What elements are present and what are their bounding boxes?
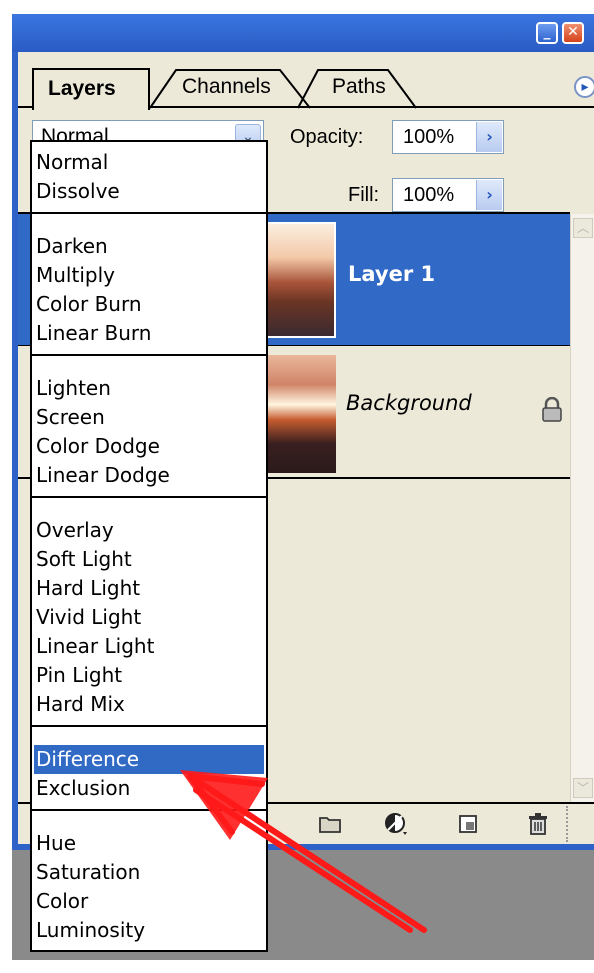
blend-option-color-dodge[interactable]: Color Dodge — [34, 432, 264, 461]
blend-option-difference[interactable]: Difference — [34, 745, 264, 774]
blend-option-lighten[interactable]: Lighten — [34, 374, 264, 403]
blend-option-dissolve[interactable]: Dissolve — [34, 177, 264, 206]
blend-option-pin-light[interactable]: Pin Light — [34, 661, 264, 690]
window-titlebar[interactable]: _ ✕ — [12, 14, 594, 52]
opacity-slider-arrow-icon[interactable]: › — [476, 122, 502, 152]
blend-mode-dropdown-list[interactable]: Normal Dissolve Darken Multiply Color Burn Li… — [30, 140, 268, 952]
blend-option-screen[interactable]: Screen — [34, 403, 264, 432]
tab-paths[interactable]: Paths — [298, 68, 406, 108]
blend-option-overlay[interactable]: Overlay — [34, 516, 264, 545]
dropdown-separator — [32, 212, 266, 214]
layer-thumbnail[interactable] — [266, 355, 336, 473]
tab-layers[interactable]: Layers — [32, 68, 150, 110]
blend-option-normal[interactable]: Normal — [34, 148, 264, 177]
dropdown-separator — [32, 725, 266, 727]
scroll-down-icon[interactable]: ﹀ — [573, 778, 593, 798]
dropdown-separator — [32, 809, 266, 811]
blend-option-linear-dodge[interactable]: Linear Dodge — [34, 461, 264, 490]
scroll-up-icon[interactable]: ︿ — [573, 218, 593, 238]
fill-label: Fill: — [348, 184, 380, 206]
new-layer-icon[interactable] — [456, 812, 480, 836]
blend-option-color[interactable]: Color — [34, 887, 264, 916]
blend-option-exclusion[interactable]: Exclusion — [34, 774, 264, 803]
blend-option-vivid-light[interactable]: Vivid Light — [34, 603, 264, 632]
blend-option-multiply[interactable]: Multiply — [34, 261, 264, 290]
dropdown-separator — [32, 354, 266, 356]
blend-option-soft-light[interactable]: Soft Light — [34, 545, 264, 574]
layer-name[interactable]: Background — [346, 391, 472, 415]
trash-icon[interactable] — [526, 812, 550, 836]
fill-field[interactable]: 100% › — [392, 178, 504, 212]
blend-option-darken[interactable]: Darken — [34, 232, 264, 261]
opacity-field[interactable]: 100% › — [392, 120, 504, 154]
blend-option-linear-light[interactable]: Linear Light — [34, 632, 264, 661]
layer-name[interactable]: Layer 1 — [348, 262, 435, 286]
fill-value: 100% — [403, 184, 455, 206]
blend-option-hue[interactable]: Hue — [34, 829, 264, 858]
blend-option-linear-burn[interactable]: Linear Burn — [34, 319, 264, 348]
panel-tabs: Layers Channels Paths ▸ — [18, 52, 594, 110]
new-group-folder-icon[interactable] — [318, 812, 342, 836]
lock-icon — [542, 397, 562, 422]
adjustment-layer-icon[interactable] — [384, 812, 408, 836]
fill-slider-arrow-icon[interactable]: › — [476, 180, 502, 210]
resize-grip-icon[interactable] — [566, 806, 592, 842]
blend-option-hard-mix[interactable]: Hard Mix — [34, 690, 264, 719]
tab-channels[interactable]: Channels — [152, 68, 290, 108]
minimize-icon[interactable]: _ — [536, 22, 558, 44]
close-icon[interactable]: ✕ — [562, 22, 584, 44]
layer-thumbnail[interactable] — [266, 222, 336, 338]
blend-option-luminosity[interactable]: Luminosity — [34, 916, 264, 945]
blend-option-color-burn[interactable]: Color Burn — [34, 290, 264, 319]
blend-option-hard-light[interactable]: Hard Light — [34, 574, 264, 603]
dropdown-separator — [32, 496, 266, 498]
opacity-label: Opacity: — [290, 126, 364, 148]
blend-option-saturation[interactable]: Saturation — [34, 858, 264, 887]
panel-menu-icon[interactable]: ▸ — [574, 76, 594, 98]
layer-list-scrollbar[interactable]: ︿ ﹀ — [570, 214, 594, 804]
opacity-value: 100% — [403, 126, 455, 148]
